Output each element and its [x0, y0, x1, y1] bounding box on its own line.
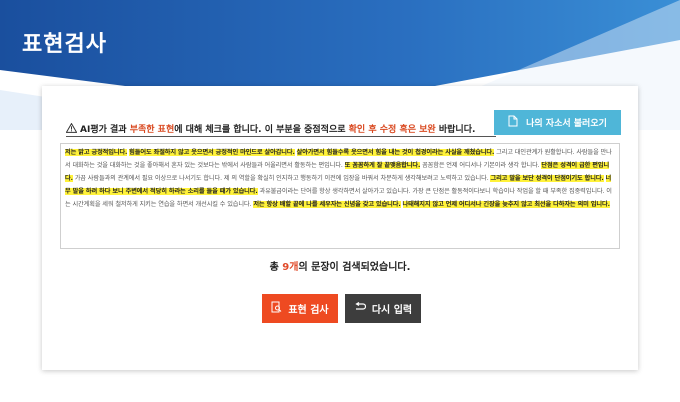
notice-part-2: 에 대해 체크를 합니다. 이 부분을 중점적으로 — [174, 125, 349, 135]
essay-text-segment: 꼼꼼함은 언제 어디서나 기본이라 생각 합니다. — [420, 161, 542, 169]
highlighted-sentence: 살아가면서 힘들수록 웃으면서 힘을 내는 것이 첩경이라는 사실을 깨쳤습니다… — [296, 149, 495, 156]
notice-divider — [66, 136, 496, 137]
highlighted-sentence: 저는 밝고 긍정적입니다. — [65, 149, 128, 156]
expression-check-label: 표현 검사 — [288, 305, 329, 316]
highlighted-sentence: 그리고 말을 보단 성격이 단점이기도 합니다. — [490, 174, 604, 182]
reset-input-button[interactable]: 다시 입력 — [345, 294, 421, 323]
summary-prefix: 총 — [269, 262, 283, 273]
expression-check-button[interactable]: 표현 검사 — [262, 294, 338, 323]
warning-icon — [65, 122, 78, 136]
expression-check-panel: AI평가 결과 부족한 표현에 대해 체크를 합니다. 이 부분을 중점적으로 … — [42, 86, 638, 370]
page-title: 표현검사 — [22, 32, 107, 57]
notice-emphasis-1: 부족한 표현 — [129, 125, 175, 135]
notice-text: AI평가 결과 부족한 표현에 대해 체크를 합니다. 이 부분을 중점적으로 … — [65, 122, 486, 136]
result-summary: 총 9개의 문장이 검색되었습니다. — [42, 258, 638, 273]
highlighted-sentence: 나태해지지 않고 언제 어디서나 긴장을 늦추지 않고 최선을 다하자는 의미 … — [402, 200, 610, 208]
summary-suffix: 의 문장이 검색되었습니다. — [298, 262, 411, 273]
notice-part-1: AI평가 결과 — [80, 125, 130, 135]
reset-input-label: 다시 입력 — [371, 305, 413, 316]
highlighted-sentence: 저는 항상 배할 끝에 나를 세우자는 신념을 갖고 있습니다. — [253, 200, 401, 208]
load-my-essay-label: 나의 자소서 불러오기 — [526, 119, 607, 129]
notice-emphasis-2: 확인 후 수정 혹은 보완 — [348, 125, 436, 135]
highlighted-sentence: 힘들어도 좌절하지 않고 웃으면서 긍정적인 마인드로 살아갑니다. — [129, 149, 295, 156]
highlighted-sentence: 또 꼼꼼하게 잘 끝맺음합니다. — [344, 161, 421, 169]
undo-arrow-icon — [354, 301, 366, 315]
document-search-icon — [271, 301, 282, 316]
summary-count: 9개 — [282, 262, 299, 273]
notice-part-3: 바랍니다. — [435, 125, 476, 135]
essay-text-box: 저는 밝고 긍정적입니다. 힘들어도 좌절하지 않고 웃으면서 긍정적인 마인드… — [60, 143, 620, 249]
load-my-essay-button[interactable]: 나의 자소서 불러오기 — [494, 110, 621, 135]
document-icon — [508, 115, 518, 130]
essay-text-segment: 가끔 사람들과의 관계에서 필요 이상으로 나서기도 합니다. 제 의 역할을 … — [72, 174, 491, 182]
